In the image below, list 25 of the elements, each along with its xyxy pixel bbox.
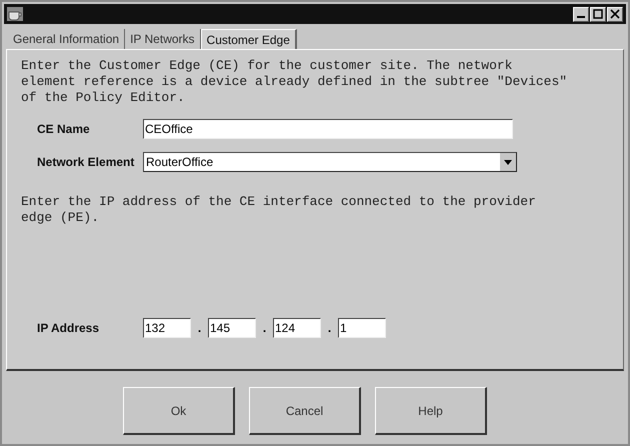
field-label: IP Address	[36, 321, 100, 335]
minimize-icon	[577, 16, 585, 18]
coffee-cup-icon	[7, 7, 23, 21]
tab[interactable]: Customer Edge	[200, 29, 297, 49]
close-icon	[610, 9, 620, 19]
dialog-button[interactable]: Cancel	[249, 387, 361, 435]
dot-separator: .	[196, 321, 202, 335]
network-element-dropdown[interactable]: RouterOffice	[143, 152, 517, 172]
maximize-button[interactable]	[590, 6, 606, 22]
dot-separator: .	[326, 321, 332, 335]
instruction-text: Enter the IP address of the CE interface connected to the provider edge (PE).	[21, 194, 537, 226]
instruction-text: Enter the Customer Edge (CE) for the customer site. The network element reference is a device already defined in the subtree "Devices" of the Policy Editor.	[21, 58, 568, 106]
dot-separator: .	[262, 321, 268, 335]
minimize-button[interactable]	[573, 6, 589, 22]
close-button[interactable]	[607, 6, 623, 22]
ip-octet-field[interactable]: 145	[208, 318, 256, 338]
dialog-button[interactable]: Ok	[123, 387, 235, 435]
dialog-button[interactable]: Help	[375, 387, 487, 435]
field-label: CE Name	[36, 122, 91, 136]
maximize-icon	[593, 9, 603, 19]
field-label: Network Element	[36, 155, 136, 169]
ip-octet-field[interactable]: 124	[273, 318, 321, 338]
ip-octet-field[interactable]: 1	[338, 318, 386, 338]
ce-name-field[interactable]: CEOffice	[143, 119, 513, 139]
ip-octet-field[interactable]: 132	[143, 318, 191, 338]
